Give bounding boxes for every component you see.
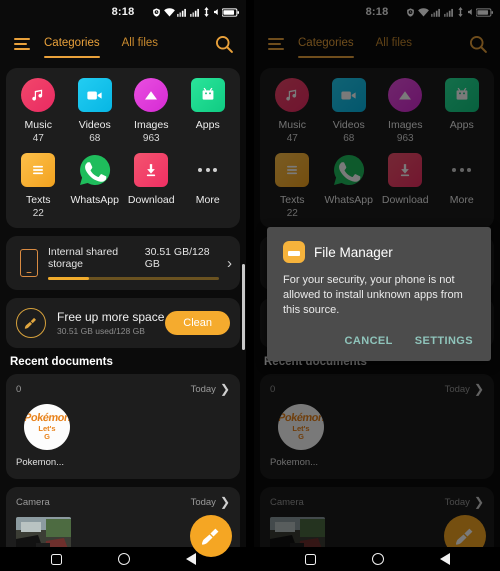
- image-mountain-icon: [134, 78, 169, 112]
- categories-card: Music 47 Videos 68: [6, 68, 240, 228]
- chevron-right-icon[interactable]: ❯: [220, 383, 230, 395]
- storage-value: 30.51 GB/128 GB: [144, 246, 210, 270]
- music-note-icon: [21, 78, 56, 112]
- chevron-right-icon[interactable]: ❯: [220, 496, 230, 508]
- battery-icon: [222, 7, 239, 17]
- tab-categories[interactable]: Categories: [44, 37, 100, 58]
- category-count: 68: [89, 133, 101, 144]
- free-up-text: Free up more space 30.51 GB used/128 GB: [57, 310, 165, 336]
- category-music[interactable]: Music 47: [10, 78, 67, 145]
- recent-documents-heading: Recent documents: [10, 356, 113, 368]
- nav-bar-right: [254, 547, 500, 571]
- category-count: 22: [32, 208, 44, 219]
- search-icon[interactable]: [214, 34, 234, 54]
- unknown-apps-dialog: File Manager For your security, your pho…: [267, 227, 491, 361]
- back-triangle-icon[interactable]: [439, 553, 450, 565]
- settings-button[interactable]: SETTINGS: [413, 331, 475, 351]
- phone-icon: [20, 249, 38, 277]
- tab-all-files[interactable]: All files: [122, 37, 158, 51]
- clean-fab-button[interactable]: [190, 515, 232, 557]
- recents-square-icon[interactable]: [50, 553, 62, 565]
- whatsapp-icon: [78, 153, 112, 187]
- storage-body: Internal shared storage 30.51 GB/128 GB: [48, 246, 219, 280]
- document-lines-icon: [21, 153, 56, 187]
- category-count: 963: [142, 133, 160, 144]
- category-download[interactable]: Download: [123, 153, 180, 220]
- free-up-space-card[interactable]: Free up more space 30.51 GB used/128 GB …: [6, 298, 240, 348]
- pokemon-line-3: G: [44, 432, 50, 441]
- home-circle-icon[interactable]: [371, 553, 384, 565]
- menu-icon[interactable]: [14, 38, 30, 50]
- photo-thumbnail-icon[interactable]: [16, 517, 71, 547]
- dialog-message: For your security, your phone is not all…: [283, 274, 463, 316]
- broom-icon: [16, 308, 46, 338]
- video-camera-icon: [77, 78, 112, 112]
- recent-card-when: Today: [190, 383, 216, 395]
- signal-2-icon: [189, 8, 199, 17]
- wifi-icon: [163, 7, 175, 17]
- more-dots-icon: [191, 153, 225, 187]
- download-arrow-icon: [134, 153, 169, 187]
- cancel-button[interactable]: CANCEL: [343, 331, 395, 351]
- recent-card-header: Camera Today ❯: [16, 496, 230, 508]
- free-up-title: Free up more space: [57, 310, 165, 324]
- app-bar-left: Categories All files: [0, 24, 246, 64]
- home-circle-icon[interactable]: [117, 553, 130, 565]
- recent-card-when: Today: [190, 496, 216, 508]
- category-label: Download: [127, 194, 175, 206]
- recents-square-icon[interactable]: [304, 553, 316, 565]
- recent-card-name: 0: [16, 383, 22, 395]
- phone-screen-right: 8:18 Categories All files: [254, 0, 500, 571]
- recent-card-header: 0 Today ❯: [16, 383, 230, 395]
- category-more[interactable]: More: [180, 153, 237, 220]
- clean-button[interactable]: Clean: [165, 311, 230, 335]
- category-label: More: [195, 194, 220, 206]
- free-up-subtitle: 30.51 GB used/128 GB: [57, 326, 145, 336]
- storage-title: Internal shared storage: [48, 246, 119, 270]
- signal-1-icon: [177, 8, 186, 17]
- screenshot-stage: 8:18 Categories All files Music 47 Video…: [0, 0, 500, 571]
- dialog-actions: CANCEL SETTINGS: [283, 331, 475, 355]
- category-label: Apps: [195, 119, 220, 131]
- document-item[interactable]: Pokémon Let's G Pokemon...: [16, 404, 78, 468]
- android-robot-icon: [190, 78, 225, 112]
- category-label: Texts: [25, 194, 51, 206]
- pokemon-line-1: Pokémon: [24, 412, 70, 424]
- recent-card-name: Camera: [16, 496, 50, 508]
- dialog-title: File Manager: [314, 244, 393, 260]
- category-label: WhatsApp: [70, 194, 119, 206]
- category-label: Images: [134, 119, 169, 131]
- tab-bar: Categories All files: [44, 37, 158, 58]
- document-label: Pokemon...: [16, 457, 65, 468]
- internal-storage-card[interactable]: Internal shared storage 30.51 GB/128 GB …: [6, 236, 240, 290]
- recent-card-0[interactable]: 0 Today ❯ Pokémon Let's G Pokemon...: [6, 374, 240, 479]
- dialog-header: File Manager: [283, 241, 475, 263]
- status-bar-left: 8:18: [0, 0, 246, 24]
- category-label: Videos: [78, 119, 111, 131]
- category-label: Music: [24, 119, 52, 131]
- scrollbar-thumb[interactable]: [242, 264, 245, 350]
- pokemon-lets-go-icon: Pokémon Let's G: [24, 404, 70, 450]
- chevron-right-icon[interactable]: ›: [227, 256, 232, 271]
- category-whatsapp[interactable]: WhatsApp: [67, 153, 124, 220]
- back-triangle-icon[interactable]: [185, 553, 196, 565]
- categories-grid: Music 47 Videos 68: [10, 78, 236, 220]
- storage-progress-bar: [48, 277, 219, 280]
- phone-screen-left: 8:18 Categories All files Music 47 Video…: [0, 0, 246, 571]
- status-icons: [152, 0, 239, 24]
- scroll-content-left[interactable]: Music 47 Videos 68 Images 963 Apps Texts…: [0, 64, 246, 547]
- mute-icon: [213, 9, 218, 15]
- network-speed-icon: [204, 7, 209, 17]
- category-count: 47: [32, 133, 44, 144]
- file-manager-icon: [283, 241, 305, 263]
- category-apps[interactable]: Apps: [180, 78, 237, 145]
- category-images[interactable]: Images 963: [123, 78, 180, 145]
- alarm-shield-icon: [153, 7, 160, 17]
- category-videos[interactable]: Videos 68: [67, 78, 124, 145]
- category-texts[interactable]: Texts 22: [10, 153, 67, 220]
